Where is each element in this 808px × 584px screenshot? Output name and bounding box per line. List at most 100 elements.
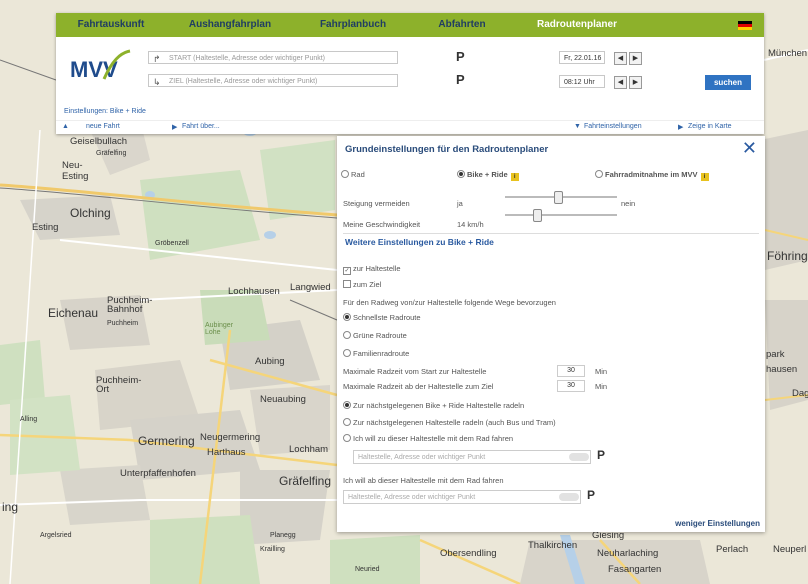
time-prev-button[interactable]: ◀	[614, 76, 627, 89]
time-next-button[interactable]: ▶	[629, 76, 642, 89]
ziel-location-pin-icon[interactable]: P	[456, 72, 465, 87]
map-label: Aubinger Lohe	[205, 322, 234, 336]
map-label: Planegg	[270, 532, 296, 539]
map-label: Neuaubing	[260, 394, 306, 405]
tab-fahrplanbuch[interactable]: Fahrplanbuch	[294, 13, 412, 37]
stop-option-nearest[interactable]: Zur nächstgelegenen Haltestelle radeln (…	[343, 418, 556, 427]
ziel-placeholder: ZIEL (Haltestelle, Adresse oder wichtige…	[169, 78, 318, 85]
mode-fahrradmitnahme[interactable]: Fahrradmitnahme im MVV i	[595, 170, 709, 181]
stop-option-nearest-label: Zur nächstgelegenen Haltestelle radeln (…	[353, 418, 556, 427]
tab-radroutenplaner[interactable]: Radroutenplaner	[512, 13, 642, 37]
search-button[interactable]: suchen	[705, 75, 751, 90]
speed-slider-handle[interactable]	[533, 209, 542, 222]
date-prev-button[interactable]: ◀	[614, 52, 627, 65]
map-label: ing	[2, 500, 19, 514]
route-green[interactable]: Grüne Radroute	[343, 331, 407, 340]
map-label: Neuharlaching	[597, 548, 659, 559]
further-settings-title: Weitere Einstellungen zu Bike + Ride	[345, 237, 494, 247]
map-label: Neuperl	[773, 544, 807, 555]
ziel-input[interactable]: ↳ ZIEL (Haltestelle, Adresse oder wichti…	[148, 74, 398, 87]
mode-bike-ride-radio[interactable]	[457, 170, 465, 178]
map-label: Gröbenzell	[155, 240, 189, 247]
stop-option-nearest-radio[interactable]	[343, 418, 351, 426]
trip-via-link[interactable]: Fahrt über...	[182, 123, 220, 130]
stop-option-specific[interactable]: Ich will zu dieser Haltestelle mit dem R…	[343, 434, 513, 443]
prefer-text: Für den Radweg von/zur Haltestelle folge…	[343, 298, 556, 307]
new-trip-link[interactable]: neue Fahrt	[86, 123, 120, 130]
route-family-label: Familienradroute	[353, 349, 410, 358]
settings-summary-bar: Einstellungen: Bike + Ride	[56, 107, 764, 119]
date-next-button[interactable]: ▶	[629, 52, 642, 65]
stop-option-bike-ride-radio[interactable]	[343, 401, 351, 409]
stop-field[interactable]: Haltestelle, Adresse oder wichtiger Punk…	[353, 450, 591, 464]
slope-no-label: nein	[621, 199, 636, 208]
from-stop-location-pin-icon[interactable]: P	[587, 488, 595, 502]
map-label: München	[768, 48, 808, 59]
less-settings-link[interactable]: weniger Einstellungen	[675, 519, 760, 528]
route-fastest[interactable]: Schnellste Radroute	[343, 313, 421, 322]
map-label: Aubing	[255, 356, 285, 367]
mode-fahrradmitnahme-radio[interactable]	[595, 170, 603, 178]
show-map-link[interactable]: Zeige in Karte	[688, 123, 732, 130]
info-icon[interactable]: i	[510, 173, 519, 181]
max-time-start-input[interactable]: 30	[557, 365, 585, 377]
time-field[interactable]: 08:12 Uhr	[559, 75, 605, 88]
stop-field-toggle[interactable]	[569, 453, 589, 461]
tab-bar: Fahrtauskunft Aushangfahrplan Fahrplanbu…	[56, 13, 764, 37]
date-field[interactable]: Fr, 22.01.16	[559, 51, 605, 64]
tab-fahrtauskunft[interactable]: Fahrtauskunft	[56, 13, 166, 37]
map-label: Dag	[792, 388, 808, 399]
trip-settings-arrow-icon: ▼	[574, 123, 581, 130]
collapse-arrow-icon[interactable]: ▲	[62, 123, 69, 130]
tab-aushangfahrplan[interactable]: Aushangfahrplan	[166, 13, 294, 37]
max-time-dest-label: Maximale Radzeit ab der Haltestelle zum …	[343, 382, 494, 391]
route-family-radio[interactable]	[343, 349, 351, 357]
map-label: Föhring	[767, 249, 808, 263]
avoid-slope-label: Steigung vermeiden	[343, 199, 410, 208]
slope-slider-handle[interactable]	[554, 191, 563, 204]
settings-summary-link[interactable]: Einstellungen: Bike + Ride	[64, 108, 146, 115]
max-time-start-label: Maximale Radzeit vom Start zur Haltestel…	[343, 367, 487, 376]
from-stop-label: Ich will ab dieser Haltestelle mit dem R…	[343, 476, 504, 485]
mode-rad-radio[interactable]	[341, 170, 349, 178]
map-label: Unterpfaffenhofen	[120, 468, 196, 479]
map-label: Gräfelfing	[96, 150, 127, 157]
tab-abfahrten[interactable]: Abfahrten	[412, 13, 512, 37]
route-fastest-radio[interactable]	[343, 313, 351, 321]
german-flag-icon[interactable]	[738, 21, 752, 30]
start-route-icon: ↱	[153, 54, 161, 64]
close-icon[interactable]: ✕	[742, 139, 757, 157]
from-stop-field-toggle[interactable]	[559, 493, 579, 501]
mvv-logo: MVV	[68, 47, 136, 87]
mode-rad[interactable]: Rad	[341, 170, 365, 179]
info-icon[interactable]: i	[700, 173, 709, 181]
stop-option-bike-ride[interactable]: Zur nächstgelegenen Bike + Ride Halteste…	[343, 401, 524, 410]
map-label: Neugermering	[200, 432, 261, 443]
start-input[interactable]: ↱ START (Haltestelle, Adresse oder wicht…	[148, 51, 398, 64]
from-stop-field[interactable]: Haltestelle, Adresse oder wichtiger Punk…	[343, 490, 581, 504]
mode-bike-ride[interactable]: Bike + Ride i	[457, 170, 519, 181]
map-label: Obersendling	[440, 548, 497, 559]
to-stop-checkbox[interactable]: ✓	[343, 267, 351, 275]
map-label: Lochhausen	[228, 286, 280, 297]
map-label: Perlach	[716, 544, 749, 555]
start-location-pin-icon[interactable]: P	[456, 49, 465, 64]
speed-label: Meine Geschwindigkeit	[343, 220, 421, 229]
slope-yes-label: ja	[457, 199, 463, 208]
speed-slider-track[interactable]	[505, 214, 617, 216]
trip-settings-link[interactable]: Fahrteinstellungen	[584, 123, 642, 130]
to-dest-option[interactable]: zum Ziel	[343, 280, 381, 289]
map-label: Langwied	[290, 282, 331, 293]
route-green-radio[interactable]	[343, 331, 351, 339]
stop-location-pin-icon[interactable]: P	[597, 448, 605, 462]
map-label: Geiselbullach	[70, 136, 128, 147]
mvv-logo-icon: MVV	[70, 49, 131, 82]
map-label: Olching	[70, 206, 111, 220]
to-stop-option[interactable]: ✓ zur Haltestelle	[343, 264, 401, 275]
stop-option-specific-radio[interactable]	[343, 434, 351, 442]
to-dest-checkbox[interactable]	[343, 280, 351, 288]
max-time-start-unit: Min	[595, 367, 608, 376]
map-label: park	[766, 349, 785, 360]
max-time-dest-input[interactable]: 30	[557, 380, 585, 392]
route-family[interactable]: Familienradroute	[343, 349, 409, 358]
